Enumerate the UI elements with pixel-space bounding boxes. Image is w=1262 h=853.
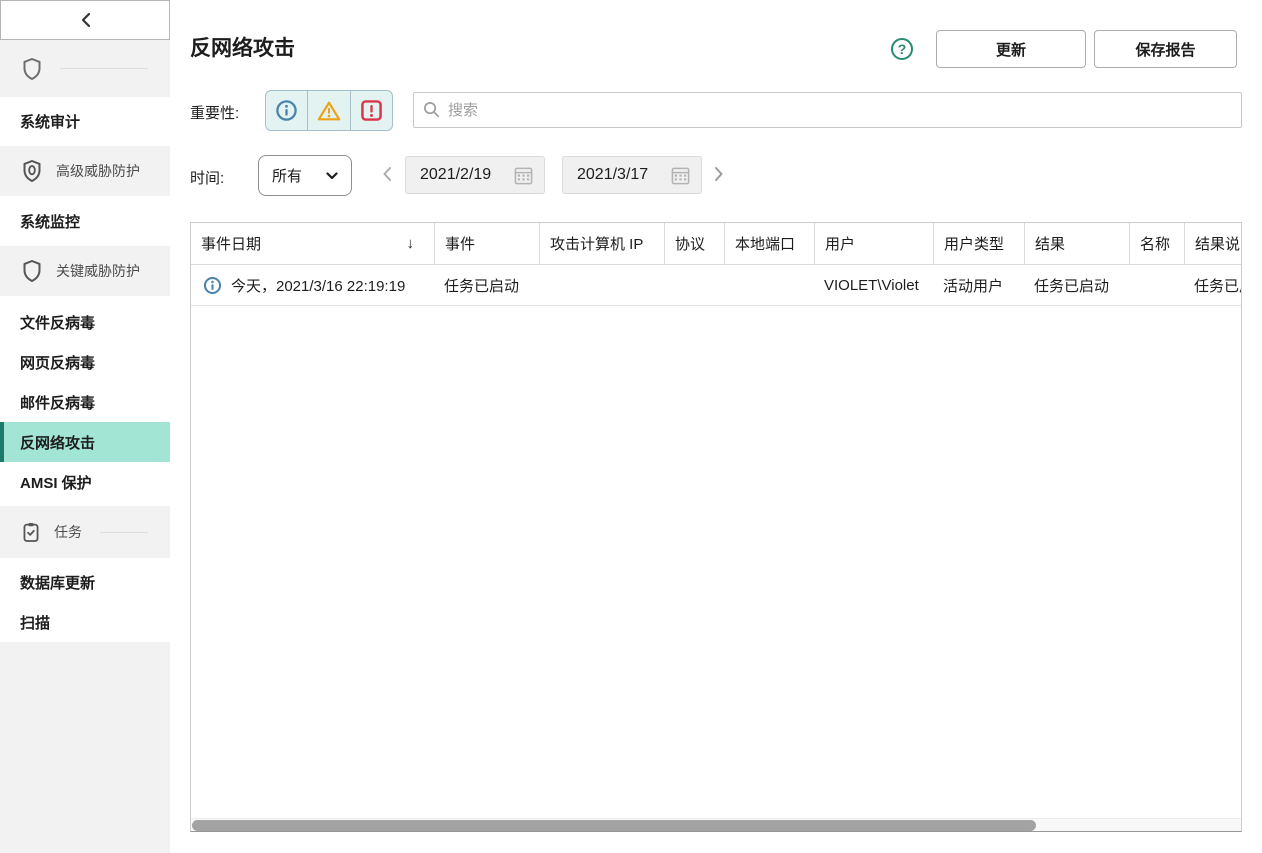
time-label: 时间: [190,167,224,188]
sidebar-item-label: 关键威胁防护 [56,261,140,281]
warning-triangle-icon [317,100,341,122]
time-period-value: 所有 [272,165,302,186]
time-period-dropdown[interactable]: 所有 [258,155,352,196]
chevron-down-icon [326,172,338,180]
column-header-result[interactable]: 结果 [1024,223,1129,264]
shield-badge-icon [22,159,42,183]
sidebar-item-advanced-threat-protection[interactable]: 高级威胁防护 [0,146,170,196]
scrollbar-thumb[interactable] [192,820,1036,831]
column-header-attacker-ip[interactable]: 攻击计算机 IP [539,223,664,264]
sidebar-item-web-antivirus[interactable]: 网页反病毒 [0,342,170,382]
table-header-row: 事件日期 ↓ 事件 攻击计算机 IP 协议 本地端口 用户 用户类型 结果 名称… [191,223,1242,265]
critical-square-icon [361,100,382,121]
sidebar-item-system-audit[interactable]: 系统审计 [0,97,170,146]
shield-icon [22,57,42,81]
sidebar-item-label: 系统监控 [20,211,80,232]
column-header-protocol[interactable]: 协议 [664,223,724,264]
sidebar-item-file-antivirus[interactable]: 文件反病毒 [0,302,170,342]
help-icon[interactable]: ? [891,38,913,60]
sidebar-item-label: 邮件反病毒 [20,392,95,413]
chevron-right-icon [714,166,724,182]
tasks-section-label: 任务 [54,522,82,542]
save-report-button[interactable]: 保存报告 [1094,30,1237,68]
sidebar: 系统审计 高级威胁防护 系统监控 关键威胁防护 文件反病毒 网页反病毒 邮件反病… [0,0,170,853]
sidebar-collapse-button[interactable] [0,0,170,40]
sidebar-item-mail-antivirus[interactable]: 邮件反病毒 [0,382,170,422]
sidebar-item-label: 扫描 [20,612,50,633]
sort-descending-icon[interactable]: ↓ [407,235,415,252]
importance-label: 重要性: [190,102,239,123]
column-header-user-type[interactable]: 用户类型 [933,223,1024,264]
sidebar-item-amsi-protection[interactable]: AMSI 保护 [0,462,170,502]
date-from-field[interactable]: 2021/2/19 [405,156,545,194]
calendar-icon [514,166,533,185]
section-divider [100,532,148,533]
cell-result: 任务已启动 [1024,275,1129,296]
cell-event-date: 今天，2021/3/16 22:19:19 [191,275,434,296]
cell-event: 任务已启动 [434,275,539,296]
horizontal-scrollbar[interactable] [191,818,1241,831]
sidebar-item-label: 数据库更新 [20,572,95,593]
severity-info-filter-button[interactable] [266,91,307,130]
search-input[interactable] [413,92,1242,128]
column-header-name[interactable]: 名称 [1129,223,1184,264]
column-header-result-description[interactable]: 结果说明 [1184,223,1242,264]
chevron-left-icon [80,12,91,28]
cell-user-type: 活动用户 [933,275,1024,296]
severity-critical-filter-button[interactable] [350,91,392,130]
update-button[interactable]: 更新 [936,30,1086,68]
chevron-left-icon [382,166,392,182]
date-from-value: 2021/2/19 [420,166,491,184]
sidebar-item-label: 高级威胁防护 [56,161,140,181]
sidebar-item-system-monitoring[interactable]: 系统监控 [0,196,170,246]
date-to-field[interactable]: 2021/3/17 [562,156,702,194]
severity-filter-group [265,90,393,131]
column-header-user[interactable]: 用户 [814,223,933,264]
sidebar-item-network-attack-blocker[interactable]: 反网络攻击 [0,422,170,462]
sidebar-item-label: 系统审计 [20,111,80,132]
sidebar-item-label: 反网络攻击 [20,432,95,453]
main-content: 反网络攻击 ? 更新 保存报告 重要性: [170,0,1262,853]
sidebar-item-label: 网页反病毒 [20,352,95,373]
date-to-value: 2021/3/17 [577,166,648,184]
cell-result-description: 任务已启动 [1184,275,1242,296]
previous-period-button[interactable] [382,166,392,187]
sidebar-footer [0,642,170,853]
search-icon [423,101,440,118]
info-circle-icon [275,99,298,122]
protection-section-header [0,40,170,97]
next-period-button[interactable] [714,166,724,187]
sidebar-item-label: AMSI 保护 [20,472,92,493]
cell-user: VIOLET\Violet [814,277,933,294]
help-glyph: ? [898,41,907,57]
shield-badge-icon [22,259,42,283]
section-divider [60,68,148,69]
clipboard-check-icon [22,521,40,543]
sidebar-item-database-update[interactable]: 数据库更新 [0,562,170,602]
search-box [413,92,1242,128]
page-title: 反网络攻击 [190,32,295,62]
calendar-icon [671,166,690,185]
event-date-text: 今天，2021/3/16 22:19:19 [231,275,405,296]
sidebar-item-label: 文件反病毒 [20,312,95,333]
events-table: 事件日期 ↓ 事件 攻击计算机 IP 协议 本地端口 用户 用户类型 结果 名称… [190,222,1242,832]
table-row[interactable]: 今天，2021/3/16 22:19:19 任务已启动 VIOLET\Viole… [191,265,1242,306]
column-header-event-date[interactable]: 事件日期 ↓ [191,223,434,264]
tasks-section-header: 任务 [0,506,170,558]
severity-warning-filter-button[interactable] [307,91,349,130]
sidebar-item-scan[interactable]: 扫描 [0,602,170,642]
sidebar-item-critical-threat-protection[interactable]: 关键威胁防护 [0,246,170,296]
info-severity-icon [203,276,222,295]
column-header-local-port[interactable]: 本地端口 [724,223,814,264]
column-header-event[interactable]: 事件 [434,223,539,264]
